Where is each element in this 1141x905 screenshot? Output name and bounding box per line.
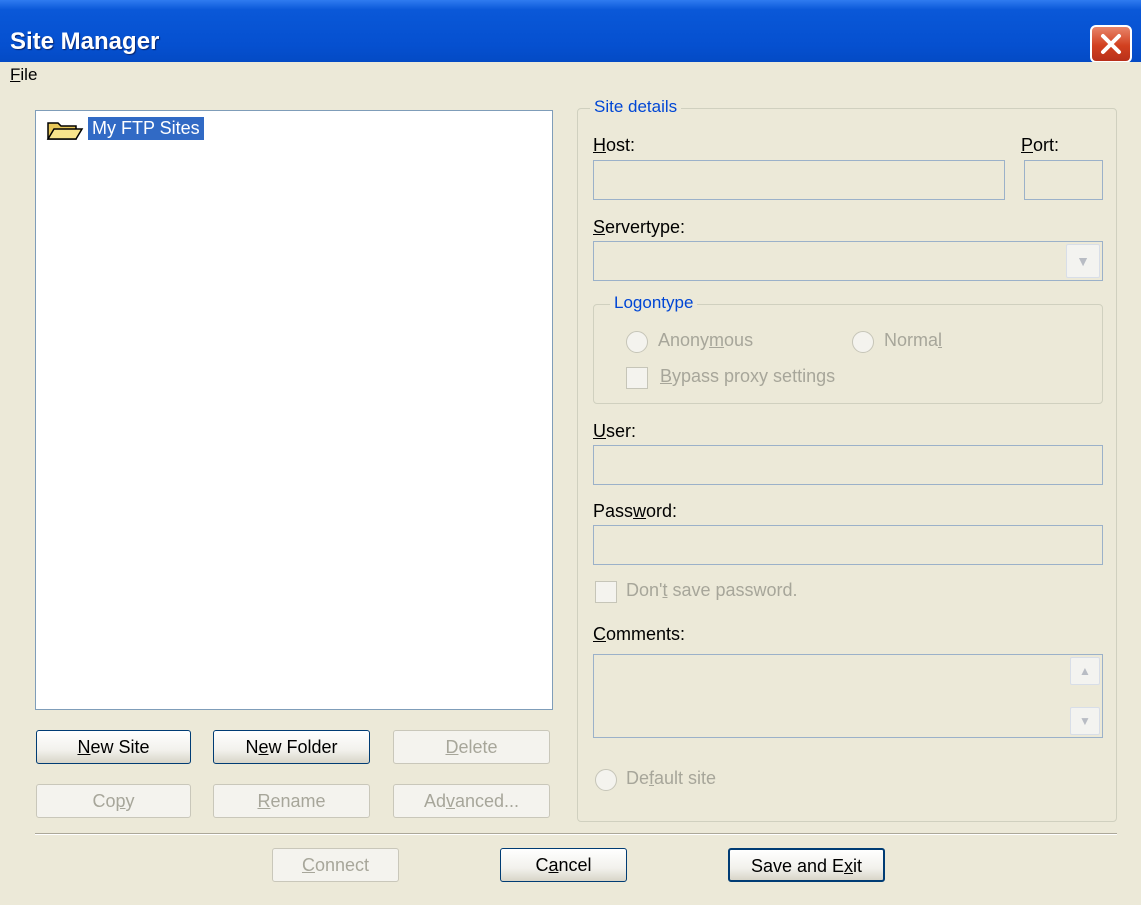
- host-label: Host:: [593, 135, 636, 155]
- cancel-button[interactable]: Cancel: [500, 848, 627, 882]
- password-label: Password:: [593, 501, 678, 521]
- comments-textarea[interactable]: ▲ ▼: [593, 654, 1103, 738]
- chevron-down-icon[interactable]: ▼: [1066, 244, 1100, 278]
- tree-node-label: My FTP Sites: [88, 117, 204, 140]
- advanced-button[interactable]: Advanced...: [393, 784, 550, 818]
- folder-open-icon: [46, 122, 84, 140]
- dont-save-password-label: Don't save password.: [626, 580, 798, 600]
- bypass-proxy-checkbox[interactable]: [626, 367, 648, 389]
- user-input[interactable]: [593, 445, 1103, 485]
- dont-save-password-checkbox[interactable]: [595, 581, 617, 603]
- servertype-select[interactable]: ▼: [593, 241, 1103, 281]
- delete-button[interactable]: Delete: [393, 730, 550, 764]
- bypass-proxy-label: Bypass proxy settings: [660, 366, 836, 386]
- comments-label: Comments:: [593, 624, 686, 644]
- site-details-title: Site details: [590, 97, 682, 117]
- scroll-up-icon[interactable]: ▲: [1070, 657, 1100, 685]
- user-label: User:: [593, 421, 637, 441]
- logontype-title: Logontype: [610, 293, 698, 313]
- separator: [35, 833, 1117, 835]
- new-folder-button[interactable]: New Folder: [213, 730, 370, 764]
- close-icon: [1101, 34, 1121, 54]
- logontype-group: Logontype Anonymous Normal Bypass proxy …: [593, 293, 1103, 404]
- site-tree[interactable]: My FTP Sites: [35, 110, 553, 710]
- menu-bar: File: [0, 62, 1141, 90]
- close-button[interactable]: [1090, 25, 1132, 63]
- site-details-group: Site details Host: Port: Servertype: ▼ L…: [577, 97, 1117, 822]
- connect-button[interactable]: Connect: [272, 848, 399, 882]
- menu-file-label: ile: [20, 65, 38, 84]
- default-site-radio[interactable]: [595, 769, 617, 791]
- password-input[interactable]: [593, 525, 1103, 565]
- port-input[interactable]: [1024, 160, 1103, 200]
- normal-label: Normal: [884, 330, 943, 350]
- scroll-down-icon[interactable]: ▼: [1070, 707, 1100, 735]
- rename-button[interactable]: Rename: [213, 784, 370, 818]
- host-input[interactable]: [593, 160, 1005, 200]
- window-title: Site Manager: [10, 28, 160, 55]
- menu-file-mnemonic: F: [10, 65, 21, 84]
- menu-file[interactable]: File: [10, 65, 37, 85]
- anonymous-radio[interactable]: [626, 331, 648, 353]
- copy-button[interactable]: Copy: [36, 784, 191, 818]
- port-label: Port:: [1021, 135, 1060, 155]
- save-and-exit-button[interactable]: Save and Exit: [728, 848, 885, 882]
- servertype-label: Servertype:: [593, 217, 686, 237]
- anonymous-label: Anonymous: [658, 330, 754, 350]
- normal-radio[interactable]: [852, 331, 874, 353]
- default-site-label: Default site: [626, 768, 717, 788]
- new-site-button[interactable]: New Site: [36, 730, 191, 764]
